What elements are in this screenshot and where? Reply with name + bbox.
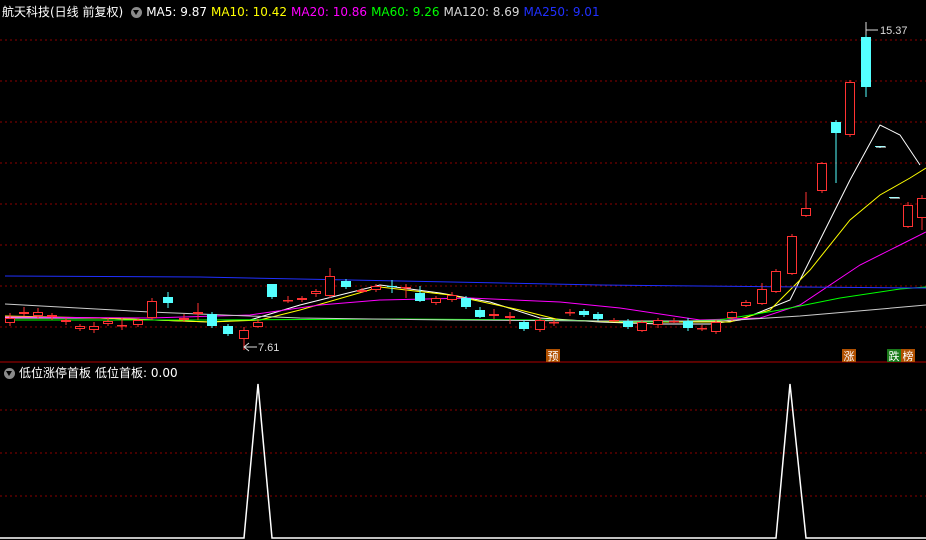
candle bbox=[489, 309, 499, 319]
candle bbox=[579, 309, 589, 317]
candle bbox=[593, 312, 603, 321]
candle bbox=[711, 320, 721, 334]
marker-die[interactable]: 跌 bbox=[887, 349, 901, 363]
candles[interactable] bbox=[5, 35, 926, 350]
candle bbox=[283, 296, 293, 303]
kline-chart[interactable]: 15.37 7.61 预 涨 跌 榜 bbox=[0, 0, 926, 540]
low-price-label: 7.61 bbox=[258, 342, 279, 354]
candle bbox=[223, 324, 233, 336]
candle bbox=[267, 284, 277, 299]
candle bbox=[103, 318, 113, 326]
moving-averages bbox=[4, 124, 926, 325]
stock-title[interactable]: 航天科技(日线 前复权) bbox=[2, 2, 123, 22]
ma5-label: MA5: 9.87 bbox=[146, 5, 207, 19]
indicator-value: 低位首板: 0.00 bbox=[95, 366, 178, 380]
candle bbox=[19, 307, 29, 316]
candle bbox=[845, 80, 855, 137]
candle bbox=[683, 318, 693, 331]
candle bbox=[75, 324, 85, 331]
candle bbox=[535, 318, 545, 332]
candle bbox=[565, 309, 575, 316]
candle bbox=[801, 192, 811, 217]
candle bbox=[447, 292, 457, 302]
candle bbox=[193, 303, 203, 320]
dropdown-chevron-icon[interactable] bbox=[4, 367, 15, 379]
svg-text:涨: 涨 bbox=[844, 350, 855, 363]
candle bbox=[387, 280, 397, 293]
candle bbox=[787, 234, 797, 275]
candle bbox=[341, 279, 351, 289]
candle bbox=[163, 292, 173, 308]
candle bbox=[401, 284, 411, 298]
candle bbox=[697, 325, 707, 331]
candle bbox=[741, 300, 751, 307]
candle bbox=[297, 296, 307, 302]
candle bbox=[609, 318, 619, 322]
candle bbox=[505, 312, 515, 324]
ma120-label: MA120: 8.69 bbox=[443, 5, 520, 19]
svg-text:榜: 榜 bbox=[903, 349, 914, 363]
candle bbox=[831, 120, 841, 183]
indicator-line bbox=[0, 383, 926, 539]
indicator-polyline bbox=[0, 383, 926, 539]
indicator-header: 低位涨停首板 低位首板: 0.00 bbox=[0, 363, 182, 383]
svg-text:预: 预 bbox=[548, 350, 559, 363]
dropdown-chevron-icon[interactable] bbox=[131, 6, 143, 18]
svg-text:跌: 跌 bbox=[889, 349, 900, 363]
main-chart-header: 航天科技(日线 前复权) MA5: 9.87 MA10: 10.42 MA20:… bbox=[0, 2, 604, 22]
ma60-label: MA60: 9.26 bbox=[371, 5, 440, 19]
candle bbox=[61, 318, 71, 325]
candle bbox=[903, 202, 913, 228]
ma20-label: MA20: 10.86 bbox=[291, 5, 368, 19]
candle bbox=[5, 313, 15, 326]
candle bbox=[207, 312, 217, 328]
candle bbox=[861, 35, 871, 97]
low-price-annotation: 7.61 bbox=[243, 342, 279, 354]
marker-bang[interactable]: 榜 bbox=[901, 349, 915, 363]
ma10-label: MA10: 10.42 bbox=[210, 5, 288, 19]
high-price-annotation: 15.37 bbox=[865, 22, 908, 37]
candle bbox=[771, 269, 781, 293]
candle bbox=[817, 162, 827, 193]
marker-zhang[interactable]: 涨 bbox=[842, 349, 856, 363]
candle bbox=[311, 289, 321, 297]
candle bbox=[519, 320, 529, 331]
high-price-label: 15.37 bbox=[880, 25, 908, 37]
candle bbox=[415, 286, 425, 302]
candle bbox=[47, 313, 57, 320]
marker-pre[interactable]: 预 bbox=[546, 349, 560, 363]
ma250-label: MA250: 9.01 bbox=[523, 5, 600, 19]
candle bbox=[89, 322, 99, 333]
candle bbox=[147, 298, 157, 320]
ma5-line bbox=[5, 124, 921, 325]
indicator-name[interactable]: 低位涨停首板 bbox=[19, 363, 91, 383]
candle bbox=[917, 195, 926, 230]
candle bbox=[475, 307, 485, 318]
candle bbox=[431, 296, 441, 305]
candle bbox=[325, 268, 335, 298]
